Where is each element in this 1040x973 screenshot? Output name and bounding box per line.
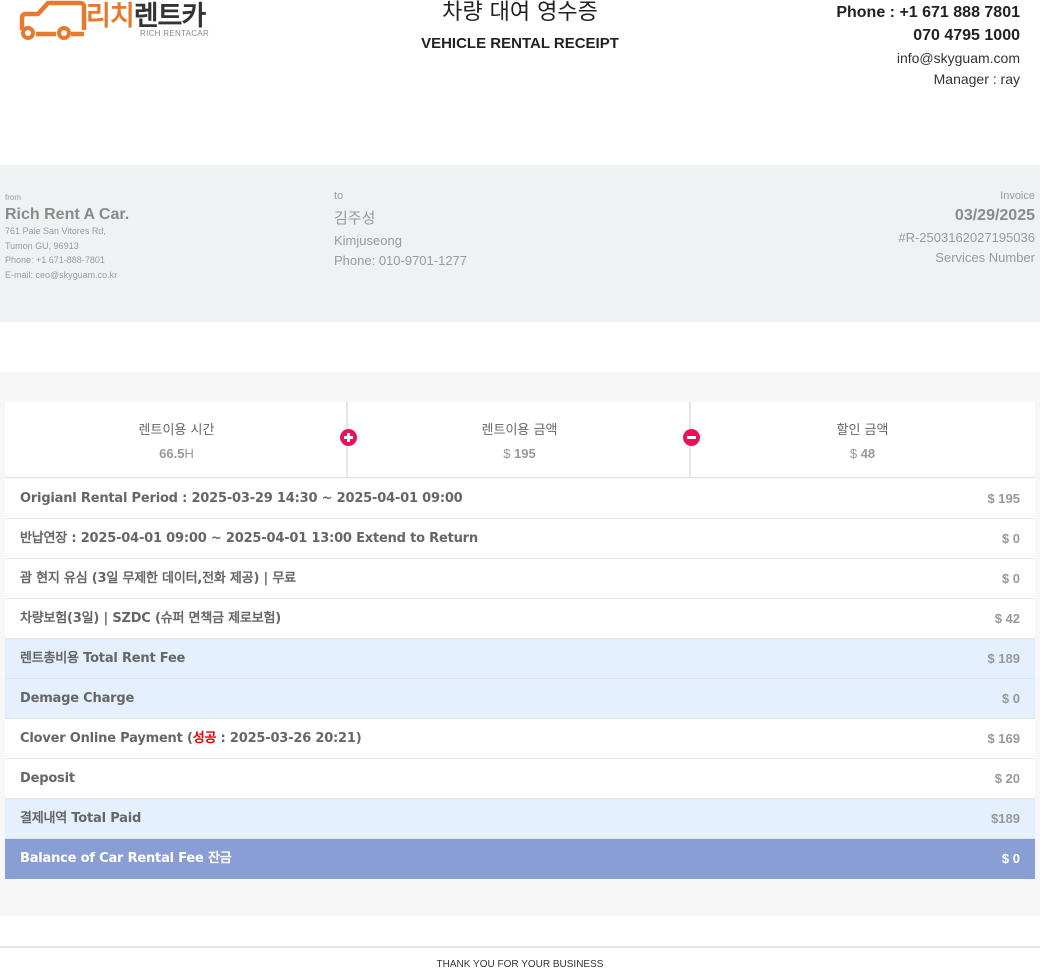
summary-rental-time: 렌트이용 시간 66.5H <box>5 402 348 478</box>
title-korean: 차량 대여 영수증 <box>442 0 598 25</box>
damage-charge-row: Demage Charge $ 0 <box>5 679 1035 719</box>
receipt-title: 차량 대여 영수증 VEHICLE RENTAL RECEIPT <box>320 0 720 52</box>
payment-row: Clover Online Payment (성공 : 2025-03-26 2… <box>5 719 1035 759</box>
charges-section: 렌트이용 시간 66.5H 렌트이용 금액 $ 195 할인 금액 $ 48 O… <box>0 372 1040 916</box>
balance-label: Balance of Car Rental Fee 잔금 <box>20 851 232 866</box>
company-contact: Phone : +1 671 888 7801 070 4795 1000 in… <box>836 3 1020 88</box>
charge-amount: $ 189 <box>987 651 1020 666</box>
receipt-page: 리치렌트카 RICH RENTACAR 차량 대여 영수증 VEHICLE RE… <box>0 0 1040 973</box>
to-phone: Phone: 010-9701-1277 <box>334 253 468 268</box>
to-name-korean: 김주성 <box>334 209 376 227</box>
rental-amount-value: $ 195 <box>503 446 536 461</box>
from-address-2: Tumon GU, 96913 <box>5 240 79 251</box>
car-logo-icon <box>19 0 87 40</box>
deposit-row: Deposit $ 20 <box>5 759 1035 799</box>
invoice-date: 03/29/2025 <box>954 207 1035 224</box>
charge-label: Deposit <box>20 771 75 786</box>
summary-rental-amount: 렌트이용 금액 $ 195 <box>348 402 691 478</box>
to-label: to <box>334 190 344 202</box>
receipt-header: 리치렌트카 RICH RENTACAR 차량 대여 영수증 VEHICLE RE… <box>0 0 1040 110</box>
to-block: to 김주성 Kimjuseong Phone: 010-9701-1277 <box>334 190 467 268</box>
rental-amount-label: 렌트이용 금액 <box>481 423 558 438</box>
parties-info: from Rich Rent A Car. 761 Pale San Vitor… <box>0 165 1040 322</box>
charge-amount: $ 0 <box>1001 691 1020 706</box>
summary-discount-amount: 할인 금액 $ 48 <box>691 402 1034 478</box>
table-row: 반납연장 : 2025-04-01 09:00 ~ 2025-04-01 13:… <box>5 519 1035 559</box>
from-address-1: 761 Pale San Vitores Rd, <box>5 226 106 236</box>
charge-amount: $189 <box>991 811 1020 826</box>
title-english: VEHICLE RENTAL RECEIPT <box>421 35 619 52</box>
from-name: Rich Rent A Car. <box>5 206 130 223</box>
table-row: Origianl Rental Period : 2025-03-29 14:3… <box>5 479 1035 519</box>
contact-phone: Phone : +1 671 888 7801 <box>836 4 1020 21</box>
balance-amount: $ 0 <box>1001 851 1020 866</box>
charge-amount: $ 0 <box>1001 531 1020 546</box>
charge-lines: Origianl Rental Period : 2025-03-29 14:3… <box>5 479 1035 879</box>
charge-amount: $ 169 <box>987 731 1020 746</box>
charge-amount: $ 20 <box>994 771 1020 786</box>
charge-amount: $ 0 <box>1001 571 1020 586</box>
from-block: from Rich Rent A Car. 761 Pale San Vitor… <box>5 193 129 282</box>
rental-time-value: 66.5H <box>159 446 194 461</box>
rental-time-label: 렌트이용 시간 <box>138 423 215 438</box>
charge-label: 렌트총비용 Total Rent Fee <box>20 651 186 666</box>
payment-success-status: 성공 <box>192 731 217 746</box>
invoice-services-label: Services Number <box>935 250 1035 265</box>
charge-label: 반납연장 : 2025-04-01 09:00 ~ 2025-04-01 13:… <box>20 531 478 546</box>
discount-amount-label: 할인 금액 <box>836 423 889 438</box>
charge-amount: $ 42 <box>994 611 1020 626</box>
total-rent-fee-row: 렌트총비용 Total Rent Fee $ 189 <box>5 639 1035 679</box>
table-row: 차량보험(3일) | SZDC (슈퍼 면책금 제로보험) $ 42 <box>5 599 1035 639</box>
rental-summary: 렌트이용 시간 66.5H 렌트이용 금액 $ 195 할인 금액 $ 48 <box>5 402 1035 478</box>
charge-label: 괌 현지 유심 (3일 무제한 데이터,전화 제공) | 무료 <box>20 571 296 586</box>
charge-label: 결제내역 Total Paid <box>20 811 142 826</box>
discount-amount-value: $ 48 <box>849 446 876 461</box>
balance-row: Balance of Car Rental Fee 잔금 $ 0 <box>5 839 1035 879</box>
table-row: 괌 현지 유심 (3일 무제한 데이터,전화 제공) | 무료 $ 0 <box>5 559 1035 599</box>
logo-english-text: RICH RENTACAR <box>140 29 210 38</box>
from-phone: Phone: +1 671-888-7801 <box>5 255 105 265</box>
total-paid-row: 결제내역 Total Paid $189 <box>5 799 1035 839</box>
invoice-block: Invoice 03/29/2025 #R-2503162027195036 S… <box>898 190 1035 265</box>
charge-amount: $ 195 <box>987 491 1020 506</box>
invoice-number: #R-2503162027195036 <box>898 230 1035 245</box>
charge-label: Clover Online Payment (성공 : 2025-03-26 2… <box>20 731 362 746</box>
charge-label: 차량보험(3일) | SZDC (슈퍼 면책금 제로보험) <box>20 611 281 626</box>
company-logo: 리치렌트카 RICH RENTACAR <box>18 0 228 42</box>
to-name-english: Kimjuseong <box>334 233 402 248</box>
contact-email: info@skyguam.com <box>896 50 1020 66</box>
charge-label: Origianl Rental Period : 2025-03-29 14:3… <box>20 491 463 506</box>
from-label: from <box>5 193 21 202</box>
footer-thanks: THANK YOU FOR YOUR BUSINESS <box>436 959 604 970</box>
invoice-label: Invoice <box>1000 190 1035 202</box>
contact-manager: Manager : ray <box>933 71 1020 87</box>
footer-divider <box>0 946 1040 948</box>
charge-label: Demage Charge <box>20 691 135 706</box>
from-email: E-mail: ceo@skyguam.co.kr <box>5 269 118 280</box>
contact-phone-2: 070 4795 1000 <box>913 27 1020 44</box>
